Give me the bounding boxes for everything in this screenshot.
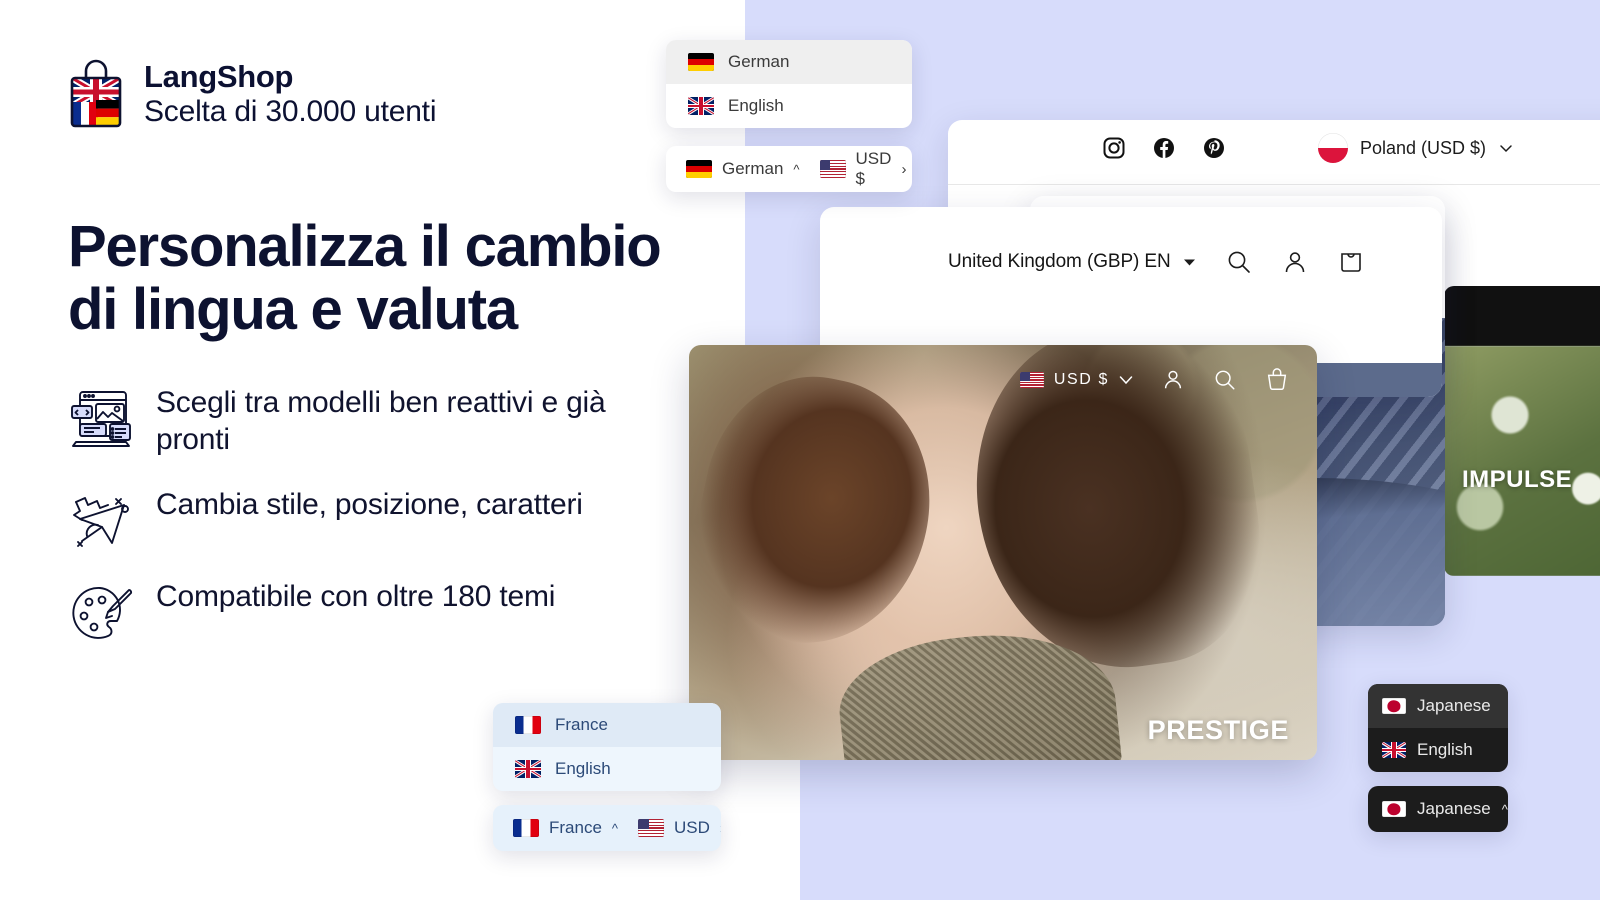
language-option-label: English (728, 96, 784, 115)
chevron-down-icon[interactable] (1183, 258, 1196, 267)
language-option-list: German English (666, 40, 912, 128)
selected-currency-label: USD $ (855, 149, 892, 188)
feature-label: Scegli tra modelli ben reattivi e già pr… (156, 386, 606, 457)
theme-label: IMPULSE (1462, 466, 1573, 493)
prestige-top-bar: USD $ (1019, 367, 1289, 393)
language-currency-bar[interactable]: France ^ USD › (493, 805, 721, 851)
language-option-german[interactable]: German (666, 40, 912, 84)
flag-japan-icon (1382, 698, 1406, 714)
search-icon[interactable] (1226, 249, 1252, 275)
brand-name: LangShop (144, 58, 294, 94)
feature-label: Compatibile con oltre 180 temi (156, 580, 556, 614)
brand-lockup: LangShop Scelta di 30.000 utenti (68, 58, 688, 130)
flag-usa-icon (638, 819, 665, 837)
brand-text: LangShop Scelta di 30.000 utenti (144, 58, 437, 128)
language-option-japanese[interactable]: Japanese (1368, 684, 1508, 728)
language-option-list: France English (493, 703, 721, 791)
style-position-fonts-icon (73, 497, 129, 547)
language-option-english[interactable]: English (493, 747, 721, 791)
chevron-down-icon[interactable] (1119, 375, 1133, 385)
language-option-label: English (555, 759, 611, 778)
selected-language-label: France (549, 818, 602, 837)
language-option-label: Japanese (1417, 696, 1491, 715)
cart-icon[interactable] (1265, 367, 1289, 393)
brand-tagline: Scelta di 30.000 utenti (144, 94, 437, 128)
language-option-label: France (555, 715, 608, 734)
uk-top-bar: United Kingdom (GBP) EN (820, 207, 1442, 317)
flag-japan-icon (1382, 801, 1406, 817)
flag-uk-icon (1382, 742, 1406, 758)
hero-content: LangShop Scelta di 30.000 utenti Persona… (68, 58, 688, 643)
chevron-up-icon[interactable]: ^ (1502, 803, 1508, 816)
uk-locale-label: United Kingdom (GBP) EN (948, 251, 1171, 272)
language-widget-german: German English German ^ USD $ › (666, 40, 912, 192)
language-option-english[interactable]: English (1368, 728, 1508, 772)
prestige-currency-label: USD $ (1053, 371, 1109, 388)
cart-icon[interactable] (1338, 248, 1364, 276)
feature-item: Scegli tra modelli ben reattivi e già pr… (68, 385, 688, 459)
language-option-english[interactable]: English (666, 84, 912, 128)
uk-locale-selector[interactable]: United Kingdom (GBP) EN (948, 251, 1196, 273)
page-title: Personalizza il cambio di lingua e valut… (68, 214, 688, 342)
divider (948, 184, 1600, 185)
language-option-list: Japanese English (1368, 684, 1508, 772)
feature-label: Cambia stile, posizione, caratteri (156, 488, 583, 522)
language-widget-japanese: Japanese English Japanese ^ (1368, 684, 1508, 832)
shopping-bag-flags-icon (70, 59, 122, 128)
chevron-up-icon[interactable]: ^ (793, 163, 799, 176)
flag-france-icon (513, 819, 539, 837)
theme-label: PRESTIGE (1147, 715, 1289, 745)
chevron-right-icon[interactable]: › (901, 162, 906, 177)
selected-currency-label: USD (674, 818, 710, 837)
prestige-currency-selector[interactable]: USD $ (1019, 371, 1133, 389)
language-option-label: German (728, 52, 790, 71)
flag-usa-icon (1019, 372, 1044, 388)
theme-card-impulse: IMPULSE (1444, 286, 1600, 576)
pinterest-icon[interactable] (1202, 136, 1226, 160)
headline-line-1: Personalizza il cambio (68, 214, 662, 279)
headline-line-2: di lingua e valuta (68, 276, 518, 342)
language-option-france[interactable]: France (493, 703, 721, 747)
poland-locale-label: Poland (USD $) (1359, 137, 1487, 158)
impulse-header (1444, 286, 1600, 346)
feature-item: Cambia stile, posizione, caratteri (68, 487, 688, 551)
chevron-up-icon[interactable]: ^ (612, 822, 618, 835)
flag-germany-icon (686, 160, 712, 178)
theme-card-prestige: USD $ PRESTIGE (689, 345, 1317, 760)
flag-poland-icon (1317, 133, 1348, 163)
poland-locale-selector[interactable]: Poland (USD $) (1317, 133, 1514, 163)
selected-language-label: German (722, 159, 784, 178)
flag-uk-icon (688, 97, 714, 115)
language-widget-france: France English France ^ USD › (493, 703, 721, 851)
account-icon[interactable] (1282, 249, 1308, 275)
flag-uk-icon (515, 760, 541, 778)
account-icon[interactable] (1161, 368, 1185, 392)
language-bar[interactable]: Japanese ^ (1368, 786, 1508, 832)
flag-germany-icon (688, 53, 714, 71)
facebook-icon[interactable] (1152, 136, 1176, 160)
search-icon[interactable] (1213, 368, 1237, 392)
chevron-down-icon[interactable] (1498, 140, 1514, 156)
palette-brush-icon (72, 587, 133, 639)
hero-banner: LangShop Scelta di 30.000 utenti Persona… (0, 0, 1600, 900)
flag-france-icon (515, 716, 541, 734)
flag-usa-icon (819, 160, 846, 178)
feature-item: Compatibile con oltre 180 temi (68, 579, 688, 643)
language-option-label: English (1417, 740, 1473, 759)
language-currency-bar[interactable]: German ^ USD $ › (666, 146, 912, 192)
poland-top-bar: Poland (USD $) (948, 124, 1600, 172)
instagram-icon[interactable] (1102, 136, 1126, 160)
selected-language-label: Japanese (1417, 799, 1491, 818)
responsive-templates-icon (71, 391, 131, 448)
impulse-image (1444, 346, 1600, 576)
feature-list: Scegli tra modelli ben reattivi e già pr… (68, 385, 688, 643)
chevron-right-icon[interactable]: › (720, 821, 721, 836)
